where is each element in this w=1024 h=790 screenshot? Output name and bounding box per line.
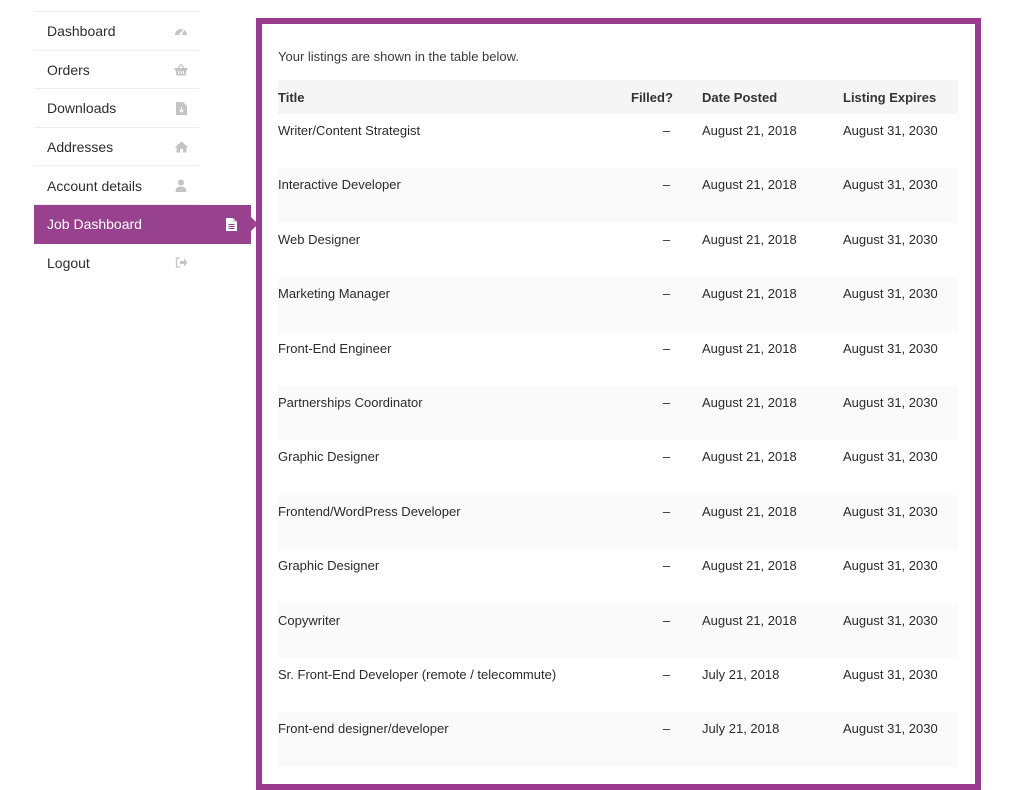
nav-item-label: Addresses <box>47 139 114 156</box>
listings-intro-text: Your listings are shown in the table bel… <box>278 49 519 64</box>
sign-out-icon <box>173 255 189 271</box>
date-posted-cell: July 21, 2018 <box>702 666 780 682</box>
listing-expires-cell: August 31, 2030 <box>843 449 938 465</box>
account-navigation: Dashboard Orders Downloads Addresses Acc… <box>34 11 251 282</box>
job-title-cell[interactable]: Web Designer <box>278 223 631 277</box>
table-row: Writer/Content Strategist – August 21, 201… <box>278 114 958 168</box>
listing-expires-cell: August 31, 2030 <box>843 603 958 658</box>
nav-item-label: Orders <box>47 61 90 78</box>
date-posted-cell: August 21, 2018 <box>702 385 843 441</box>
listing-expires-cell: August 31, 2030 <box>843 666 938 682</box>
table-header-row: Title Filled? Date Posted Listing Expire… <box>278 80 958 114</box>
listing-expires-cell: August 31, 2030 <box>843 340 938 356</box>
filled-cell: – <box>662 666 671 682</box>
date-posted-cell: August 21, 2018 <box>702 449 797 465</box>
nav-item-label: Downloads <box>47 100 117 117</box>
date-posted-cell: July 21, 2018 <box>702 712 843 767</box>
nav-item-addresses[interactable]: Addresses <box>34 128 251 167</box>
job-title-cell[interactable]: Marketing Manager <box>278 277 631 332</box>
table-row: Marketing Manager – August 21, 2018 August … <box>278 277 958 332</box>
listing-expires-cell: August 31, 2030 <box>843 277 958 332</box>
filled-cell: – <box>662 449 671 465</box>
nav-item-job-dashboard[interactable]: Job Dashboard <box>34 204 251 244</box>
table-row: Front-End Engineer – August 21, 2018 August… <box>278 332 958 386</box>
job-title-cell[interactable]: Sr. Front-End Developer (remote / teleco… <box>278 658 631 712</box>
filled-cell: – <box>631 494 702 550</box>
table-row: Graphic Designer – August 21, 2018 August 3… <box>278 549 958 603</box>
table-row: Web Designer – August 21, 2018 August 31, 2… <box>278 223 958 277</box>
date-posted-cell: August 21, 2018 <box>702 277 843 332</box>
user-icon <box>173 178 189 194</box>
table-row: Frontend/WordPress Developer – August 21, … <box>278 494 958 550</box>
date-posted-cell: August 21, 2018 <box>702 340 797 356</box>
listing-expires-cell: August 31, 2030 <box>843 168 958 223</box>
nav-item-logout[interactable]: Logout <box>34 244 251 283</box>
filled-cell: – <box>662 340 671 356</box>
date-posted-cell: August 21, 2018 <box>702 558 797 574</box>
nav-item-downloads[interactable]: Downloads <box>34 89 251 128</box>
column-header-filled[interactable]: Filled? <box>631 80 702 114</box>
nav-item-dashboard[interactable]: Dashboard <box>34 12 251 51</box>
job-title-cell[interactable]: Partnerships Coordinator <box>278 385 631 441</box>
filled-cell: – <box>631 385 702 441</box>
job-title-cell[interactable]: Copywriter <box>278 603 631 658</box>
filled-cell: – <box>631 277 702 332</box>
nav-item-orders[interactable]: Orders <box>34 51 251 90</box>
filled-cell: – <box>631 712 702 767</box>
column-header-date-posted[interactable]: Date Posted <box>702 80 843 114</box>
document-icon <box>223 216 239 232</box>
job-title-cell[interactable]: Front-end designer/developer <box>278 712 631 767</box>
column-header-listing-expires[interactable]: Listing Expires <box>843 80 958 114</box>
column-header-title[interactable]: Title <box>278 80 631 114</box>
job-title-cell[interactable]: Writer/Content Strategist <box>278 114 631 168</box>
listing-expires-cell: August 31, 2030 <box>843 558 938 574</box>
date-posted-cell: August 21, 2018 <box>702 123 797 138</box>
job-listings-table: Title Filled? Date Posted Listing Expire… <box>278 80 958 767</box>
date-posted-cell: August 21, 2018 <box>702 494 843 550</box>
table-row: Graphic Designer – August 21, 2018 August 3… <box>278 440 958 494</box>
table-row: Front-end designer/developer – July 21, 20… <box>278 712 958 767</box>
table-row: Sr. Front-End Developer (remote / teleco… <box>278 658 958 712</box>
date-posted-cell: August 21, 2018 <box>702 168 843 223</box>
nav-item-label: Logout <box>47 254 90 271</box>
job-dashboard-panel: Your listings are shown in the table bel… <box>256 18 981 790</box>
filled-cell: – <box>662 123 671 138</box>
home-icon <box>173 139 189 155</box>
listing-expires-cell: August 31, 2030 <box>843 712 958 767</box>
nav-item-label: Dashboard <box>47 23 116 40</box>
table-row: Copywriter – August 21, 2018 August 31, 203… <box>278 603 958 658</box>
table-row: Interactive Developer – August 21, 2018 Aug… <box>278 168 958 223</box>
job-title-cell[interactable]: Graphic Designer <box>278 549 631 603</box>
filled-cell: – <box>662 231 671 247</box>
job-title-cell[interactable]: Frontend/WordPress Developer <box>278 494 631 550</box>
listing-expires-cell: August 31, 2030 <box>843 494 958 550</box>
nav-item-account-details[interactable]: Account details <box>34 166 251 205</box>
date-posted-cell: August 21, 2018 <box>702 231 797 247</box>
file-download-icon <box>173 100 189 116</box>
job-title-cell[interactable]: Front-End Engineer <box>278 332 631 386</box>
filled-cell: – <box>631 603 702 658</box>
table-row: Partnerships Coordinator – August 21, 2018… <box>278 385 958 441</box>
filled-cell: – <box>631 168 702 223</box>
listing-expires-cell: August 31, 2030 <box>843 231 938 247</box>
listing-expires-cell: August 31, 2030 <box>843 385 958 441</box>
job-title-cell[interactable]: Interactive Developer <box>278 168 631 223</box>
filled-cell: – <box>662 558 671 574</box>
nav-item-label: Job Dashboard <box>47 216 142 233</box>
job-title-cell[interactable]: Graphic Designer <box>278 440 631 494</box>
date-posted-cell: August 21, 2018 <box>702 603 843 658</box>
nav-item-label: Account details <box>47 177 142 194</box>
gauge-icon <box>173 23 189 39</box>
basket-icon <box>173 62 189 78</box>
listing-expires-cell: August 31, 2030 <box>843 123 938 138</box>
